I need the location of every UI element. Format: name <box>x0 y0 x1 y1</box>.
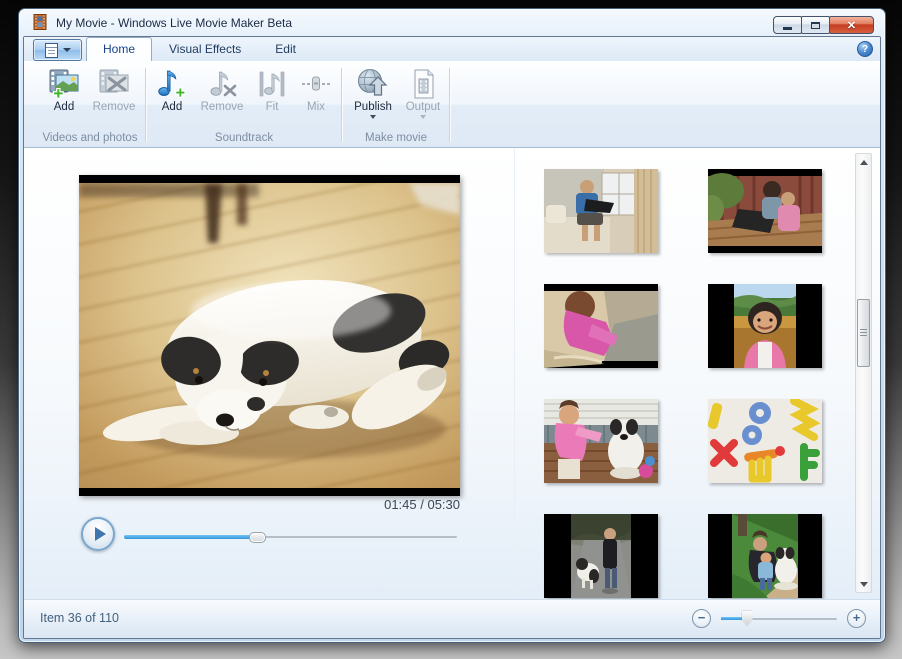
time-display: 01:45 / 05:30 <box>79 497 460 512</box>
thumbnail-girl-with-dog[interactable] <box>544 399 658 483</box>
button-label: Add <box>54 101 74 113</box>
close-button[interactable]: ✕ <box>829 16 874 34</box>
application-menu-button[interactable] <box>33 39 82 61</box>
seek-thumb[interactable] <box>249 532 266 543</box>
help-button[interactable]: ? <box>857 41 873 57</box>
scroll-up-button[interactable] <box>856 154 871 170</box>
output-icon <box>406 68 440 100</box>
ribbon: Add Remove Videos and photos <box>24 61 880 148</box>
thumbnail-woman-walking-dog[interactable] <box>544 514 658 598</box>
remove-music-icon <box>205 68 239 100</box>
ribbon-tab-row: Home Visual Effects Edit ? <box>24 37 880 61</box>
window-title: My Movie - Windows Live Movie Maker Beta <box>56 16 292 30</box>
preview-monitor[interactable] <box>79 175 460 496</box>
ribbon-tabs: Home Visual Effects Edit <box>86 37 313 61</box>
chevron-down-icon <box>63 48 71 52</box>
button-label: Add <box>162 101 182 113</box>
close-icon: ✕ <box>847 19 856 32</box>
chevron-down-icon <box>420 115 426 119</box>
library-scrollbar[interactable] <box>855 153 872 593</box>
question-mark-icon: ? <box>862 44 868 55</box>
tab-edit[interactable]: Edit <box>258 37 313 61</box>
button-label: Publish <box>354 101 392 113</box>
thumbnail-plastic-letters[interactable] <box>708 399 822 483</box>
zoom-out-button[interactable]: − <box>692 609 711 628</box>
preview-image-dog <box>79 183 460 488</box>
thumbnail-girl-at-water[interactable] <box>544 284 658 368</box>
play-icon <box>95 527 106 541</box>
group-videos-and-photos: Add Remove Videos and photos <box>34 61 146 147</box>
thumbnail-woman-child-laptop[interactable] <box>708 169 822 253</box>
minimize-icon <box>783 27 792 30</box>
button-label: Fit <box>266 101 279 113</box>
scroll-down-button[interactable] <box>856 576 871 592</box>
button-label: Remove <box>201 101 244 113</box>
minimize-button[interactable] <box>773 16 802 34</box>
mix-icon <box>299 68 333 100</box>
group-label: Videos and photos <box>34 132 146 144</box>
group-make-movie: Publish Output Make movie <box>342 61 450 147</box>
group-label: Soundtrack <box>146 132 342 144</box>
remove-videos-icon <box>97 68 131 100</box>
status-bar: Item 36 of 110 − + <box>24 599 880 638</box>
fit-music-icon <box>255 68 289 100</box>
window-content: Home Visual Effects Edit ? <box>23 36 881 639</box>
play-button[interactable] <box>81 517 115 551</box>
seek-bar[interactable] <box>124 530 457 544</box>
maximize-icon <box>811 22 820 29</box>
tab-home[interactable]: Home <box>86 37 152 61</box>
title-bar[interactable]: My Movie - Windows Live Movie Maker Beta… <box>19 9 885 36</box>
group-soundtrack: Add Remove <box>146 61 342 147</box>
zoom-slider[interactable] <box>721 610 837 628</box>
button-label: Output <box>406 101 441 113</box>
zoom-slider-thumb[interactable] <box>742 611 753 627</box>
button-label: Mix <box>307 101 325 113</box>
pane-divider <box>514 148 515 600</box>
screen: My Movie - Windows Live Movie Maker Beta… <box>0 0 902 659</box>
document-menu-icon <box>45 43 58 58</box>
maximize-button[interactable] <box>801 16 830 34</box>
zoom-in-button[interactable]: + <box>847 609 866 628</box>
tab-visual-effects[interactable]: Visual Effects <box>152 37 258 61</box>
seek-fill <box>124 535 257 539</box>
arrow-down-icon <box>860 582 868 587</box>
thumbnail-girl-portrait[interactable] <box>708 284 822 368</box>
group-label: Make movie <box>342 132 450 144</box>
thumbnail-family-with-dog[interactable] <box>708 514 822 598</box>
window-controls: ✕ <box>774 16 874 34</box>
button-label: Remove <box>93 101 136 113</box>
item-count-text: Item 36 of 110 <box>40 611 119 625</box>
movie-maker-app-icon <box>32 14 48 30</box>
scrollbar-thumb[interactable] <box>857 299 870 367</box>
arrow-up-icon <box>860 160 868 165</box>
add-music-icon <box>155 68 189 100</box>
zoom-control: − + <box>692 609 866 628</box>
chevron-down-icon <box>370 115 376 119</box>
main-area: 01:45 / 05:30 <box>24 148 880 600</box>
add-videos-icon <box>47 68 81 100</box>
app-window: My Movie - Windows Live Movie Maker Beta… <box>18 8 886 643</box>
publish-icon <box>356 68 390 100</box>
thumbnail-man-with-laptop[interactable] <box>544 169 658 253</box>
